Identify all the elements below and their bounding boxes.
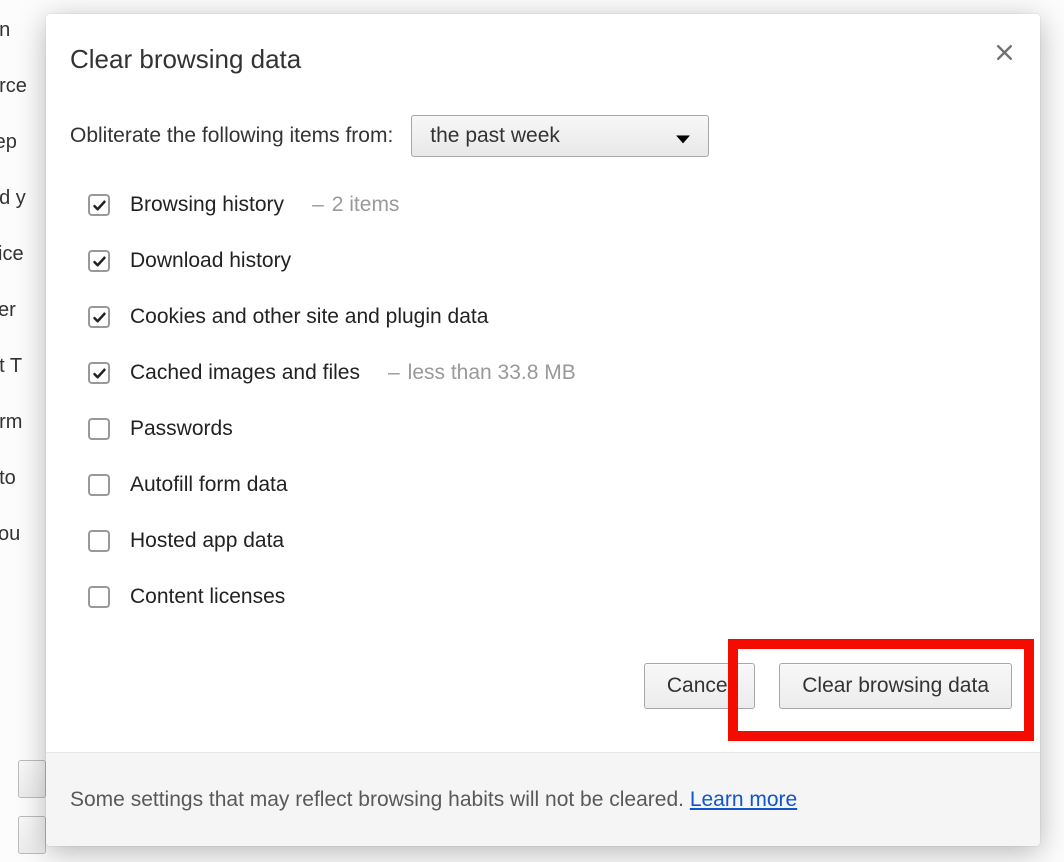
- dialog-title: Clear browsing data: [70, 44, 1016, 75]
- background-button-2: [18, 816, 46, 854]
- checkbox[interactable]: [88, 586, 110, 608]
- checkbox-row: Browsing history –2 items: [88, 193, 1016, 217]
- background-page-text: onurcerepnd yviceserot TormI toyou: [0, 0, 48, 862]
- checkbox-label[interactable]: Content licenses: [130, 585, 285, 609]
- time-range-row: Obliterate the following items from: the…: [70, 115, 1016, 157]
- close-icon[interactable]: [990, 38, 1018, 66]
- dialog-footer: Some settings that may reflect browsing …: [46, 752, 1040, 846]
- checkbox[interactable]: [88, 474, 110, 496]
- checkbox-label[interactable]: Cookies and other site and plugin data: [130, 305, 488, 329]
- checkbox-label[interactable]: Download history: [130, 249, 291, 273]
- dialog-button-row: Cancel Clear browsing data: [70, 663, 1012, 709]
- checkbox-row: Cached images and files –less than 33.8 M…: [88, 361, 1016, 385]
- learn-more-link[interactable]: Learn more: [690, 788, 797, 811]
- checkbox-detail: –less than 33.8 MB: [380, 361, 576, 385]
- checkbox-row: Content licenses: [88, 585, 1016, 609]
- clear-browsing-data-button[interactable]: Clear browsing data: [779, 663, 1012, 709]
- chevron-down-icon: [676, 126, 690, 150]
- checkbox-label[interactable]: Passwords: [130, 417, 233, 441]
- checkbox-label[interactable]: Cached images and files: [130, 361, 360, 385]
- checkbox-detail: –2 items: [304, 193, 399, 217]
- checkbox[interactable]: [88, 418, 110, 440]
- background-button-1: [18, 760, 46, 798]
- clear-browsing-data-dialog: Clear browsing data Obliterate the follo…: [46, 14, 1040, 846]
- checkbox-row: Passwords: [88, 417, 1016, 441]
- checkbox[interactable]: [88, 306, 110, 328]
- checkbox-label[interactable]: Autofill form data: [130, 473, 288, 497]
- checkbox-row: Cookies and other site and plugin data: [88, 305, 1016, 329]
- time-range-select[interactable]: the past week: [411, 115, 709, 157]
- checkbox[interactable]: [88, 194, 110, 216]
- checkbox-list: Browsing history –2 items Download history…: [70, 193, 1016, 609]
- obliterate-label: Obliterate the following items from:: [70, 124, 393, 148]
- checkbox[interactable]: [88, 530, 110, 552]
- checkbox[interactable]: [88, 362, 110, 384]
- checkbox-row: Autofill form data: [88, 473, 1016, 497]
- cancel-button[interactable]: Cancel: [644, 663, 755, 709]
- checkbox-row: Hosted app data: [88, 529, 1016, 553]
- checkbox-label[interactable]: Browsing history: [130, 193, 284, 217]
- checkbox[interactable]: [88, 250, 110, 272]
- footer-text: Some settings that may reflect browsing …: [70, 788, 690, 811]
- time-range-value: the past week: [430, 124, 560, 148]
- checkbox-row: Download history: [88, 249, 1016, 273]
- checkbox-label[interactable]: Hosted app data: [130, 529, 284, 553]
